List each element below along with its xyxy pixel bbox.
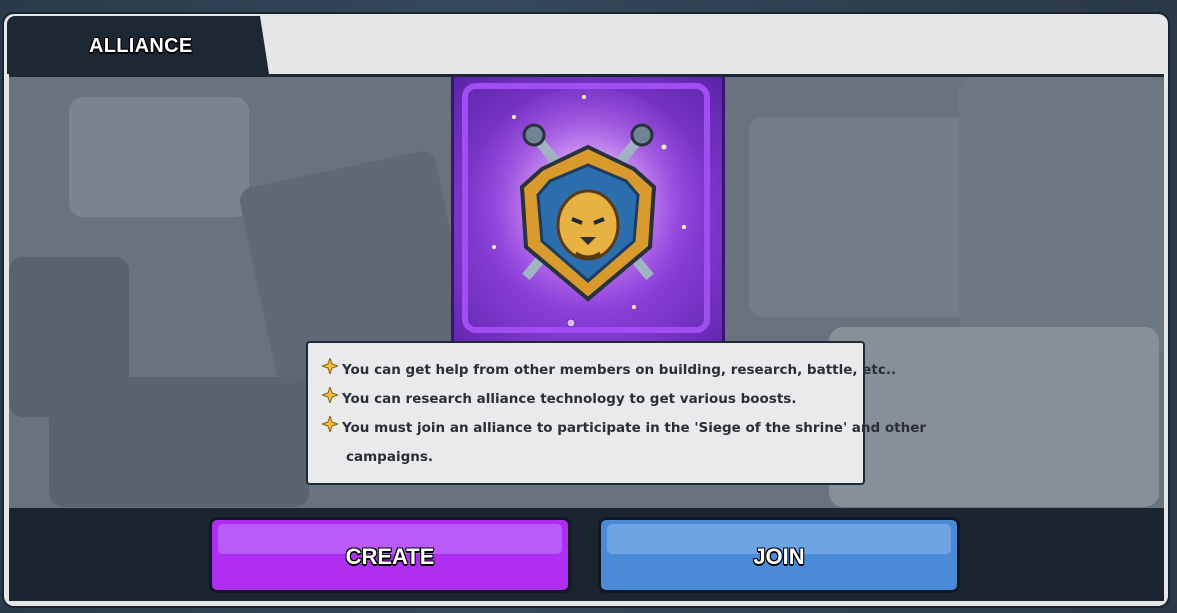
star-icon — [320, 385, 342, 414]
alliance-emblem-card — [451, 77, 725, 343]
info-text: You can get help from other members on b… — [342, 362, 897, 378]
info-text-continuation: campaigns. — [346, 449, 434, 465]
star-icon — [320, 414, 342, 443]
info-item: You can get help from other members on b… — [320, 356, 897, 385]
info-text: You can research alliance technology to … — [342, 391, 797, 407]
create-button-label: CREATE — [345, 544, 435, 569]
lion-shield-icon — [468, 87, 708, 328]
star-icon — [320, 356, 342, 385]
info-box: You can get help from other members on b… — [306, 341, 926, 485]
create-button[interactable]: CREATE — [209, 517, 571, 593]
footer-bar — [9, 508, 1164, 601]
page-title: ALLIANCE — [89, 35, 193, 57]
info-item: You can research alliance technology to … — [320, 385, 797, 414]
info-item: You must join an alliance to participate… — [320, 414, 927, 443]
info-text: You must join an alliance to participate… — [342, 420, 927, 436]
join-button[interactable]: JOIN — [598, 517, 960, 593]
join-button-label: JOIN — [753, 544, 805, 569]
